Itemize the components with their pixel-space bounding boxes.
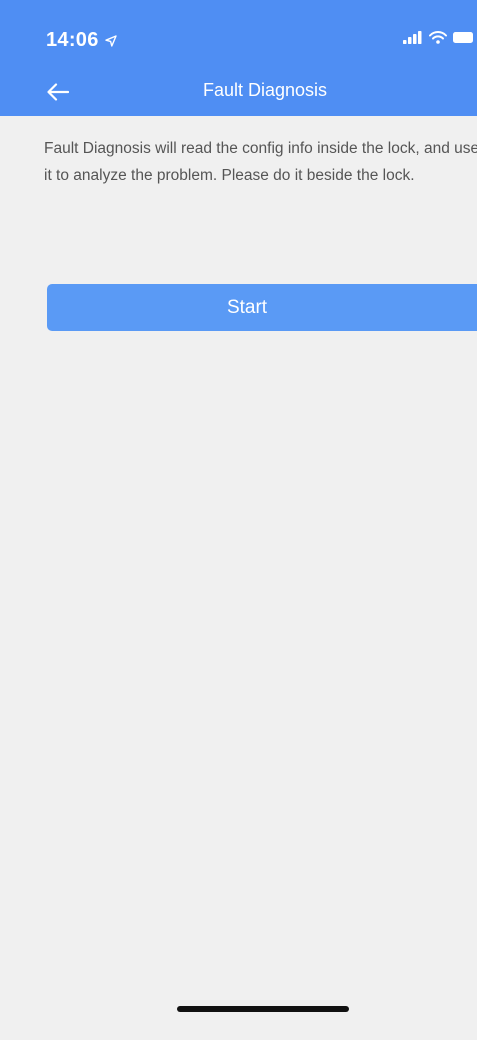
- status-time: 14:06: [46, 29, 99, 51]
- wifi-icon: [429, 31, 447, 44]
- status-time-group: 14:06: [46, 29, 117, 52]
- start-button-label: Start: [226, 296, 268, 318]
- status-bar: 14:06: [0, 0, 477, 70]
- battery-icon: [453, 32, 473, 43]
- diagnosis-description: Fault Diagnosis will read the config inf…: [44, 140, 477, 184]
- nav-bar: Fault Diagnosis: [0, 70, 477, 116]
- start-button[interactable]: Start: [47, 284, 477, 331]
- header: 14:06 Fault Diagnosis: [0, 0, 477, 116]
- page-title: Fault Diagnosis: [202, 80, 328, 100]
- cellular-signal-icon: [403, 31, 422, 44]
- location-arrow-icon: [104, 34, 117, 47]
- home-indicator[interactable]: [177, 1006, 349, 1012]
- status-icons: [403, 31, 473, 44]
- fault-diagnosis-screen: 14:06 Fault Diagnosis Fault Diagnosis wi…: [0, 0, 477, 1040]
